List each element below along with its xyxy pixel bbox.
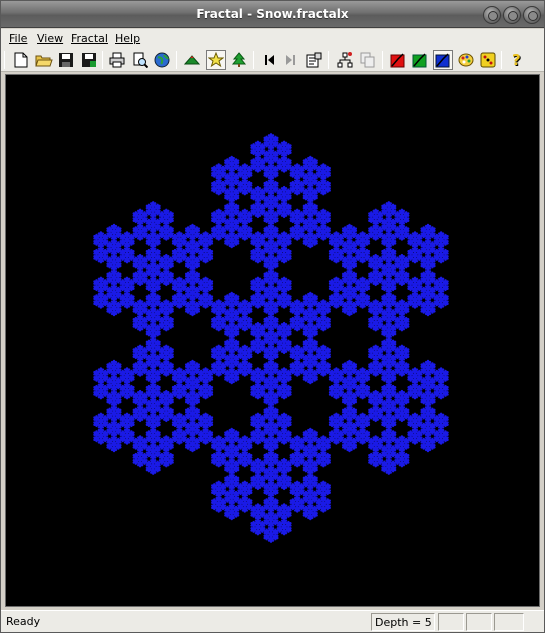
print-preview-icon [133,52,148,68]
save-icon [59,53,73,67]
hierarchy-button[interactable] [335,50,355,70]
open-folder-icon [35,55,53,67]
maximize-button[interactable] [503,6,521,24]
globe-button[interactable] [152,50,172,70]
toolbar-separator [382,51,383,69]
snowflake-fractal [93,133,449,543]
toolbar-separator [501,51,502,69]
new-file-button[interactable] [11,50,31,70]
menu-help[interactable]: Help [115,32,140,45]
star-button[interactable] [206,50,226,70]
depth-pane: Depth = 5 [371,613,435,631]
dice-icon [480,52,496,68]
blue-flag-icon [435,53,450,68]
copy-button[interactable] [358,50,378,70]
menu-bar: File View Fractal Help [1,29,544,48]
properties-icon [306,52,322,68]
menu-file[interactable]: File [9,32,27,45]
green-flag-button[interactable] [410,50,430,70]
menu-fractal[interactable]: Fractal [71,32,108,45]
tree-icon [231,52,247,67]
dice-button[interactable] [478,50,498,70]
status-bar: Ready Depth = 5 [1,610,544,632]
star-icon [208,52,224,68]
toolbar-separator [4,51,5,69]
depth-label: Depth = 5 [375,616,432,629]
green-flag-icon [412,53,427,68]
copy-icon [360,52,375,68]
red-flag-icon [390,53,405,68]
properties-button[interactable] [304,50,324,70]
toolbar: ?? [1,48,544,72]
print-preview-button[interactable] [130,50,150,70]
app-window: Fractal - Snow.fractalx File View Fracta… [0,0,545,633]
step-forward-button[interactable] [281,50,301,70]
print-button[interactable] [107,50,127,70]
hierarchy-icon [337,52,353,68]
mountain-icon [184,55,200,65]
title-bar: Fractal - Snow.fractalx [1,1,544,28]
step-forward-icon [286,55,295,65]
save-all-icon [82,53,96,67]
window-title: Fractal - Snow.fractalx [196,7,349,21]
print-icon [109,52,125,68]
step-back-icon [265,55,274,65]
status-pane-empty [466,613,492,631]
minimize-button[interactable] [483,6,501,24]
tree-button[interactable] [229,50,249,70]
red-flag-button[interactable] [388,50,408,70]
toolbar-separator [328,51,329,69]
fractal-path [93,133,449,543]
close-button[interactable] [523,6,541,24]
toolbar-separator [176,51,177,69]
status-pane-empty [438,613,464,631]
save-button[interactable] [56,50,76,70]
status-text: Ready [6,615,41,628]
fractal-canvas[interactable] [5,74,540,607]
palette-button[interactable] [456,50,476,70]
status-pane-empty [494,613,524,631]
save-all-button[interactable] [79,50,99,70]
mountain-button[interactable] [182,50,202,70]
globe-icon [154,52,170,68]
svg-text:?: ? [512,52,521,68]
palette-icon [458,53,474,67]
toolbar-separator [253,51,254,69]
toolbar-separator [102,51,103,69]
step-back-button[interactable] [259,50,279,70]
help-button[interactable]: ?? [507,50,527,70]
menu-view[interactable]: View [37,32,63,45]
new-file-icon [14,52,28,68]
help-icon: ?? [512,52,522,68]
open-button[interactable] [34,50,54,70]
blue-flag-button[interactable] [433,50,453,70]
